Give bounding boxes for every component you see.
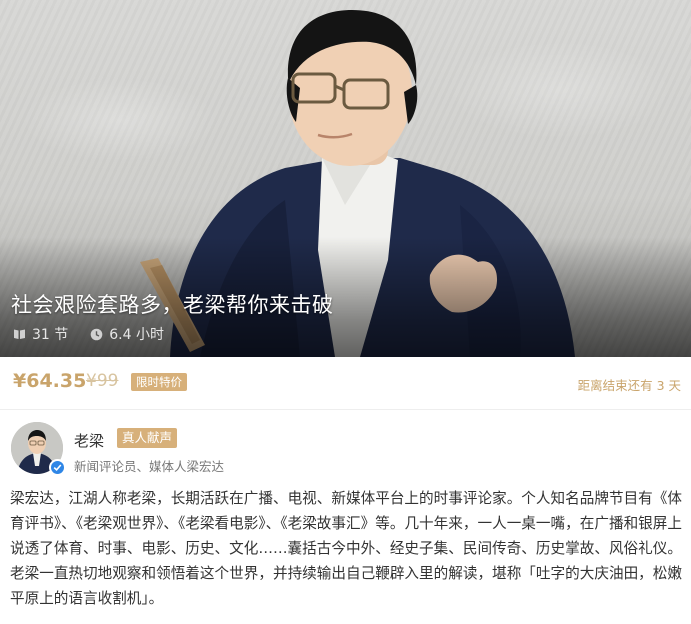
course-description: 梁宏达，江湖人称老梁，长期活跃在广播、电视、新媒体平台上的时事评论家。个人知名品… — [10, 490, 682, 607]
author-card[interactable]: 老梁 真人献声 新闻评论员、媒体人梁宏达 — [0, 410, 691, 480]
book-icon — [14, 329, 25, 339]
clock-icon — [90, 328, 103, 340]
price-bar: ¥64.35 ¥99 限时特价 距离结束还有 3 天 — [0, 357, 691, 409]
lesson-count: 31 节 — [13, 324, 68, 344]
current-price: ¥64.35 — [13, 370, 87, 392]
course-duration: 6.4 小时 — [90, 324, 164, 344]
offer-countdown: 距离结束还有 3 天 — [577, 378, 681, 393]
course-title: 社会艰险套路多，老梁帮你来击破 — [11, 293, 334, 317]
course-meta: 31 节 6.4 小时 — [13, 324, 186, 344]
lesson-count-text: 31 节 — [32, 327, 69, 343]
author-name[interactable]: 老梁 — [74, 430, 104, 451]
original-price: ¥99 — [86, 371, 119, 391]
author-title: 新闻评论员、媒体人梁宏达 — [74, 459, 225, 474]
limited-offer-badge: 限时特价 — [131, 373, 187, 391]
course-duration-text: 6.4 小时 — [109, 327, 164, 343]
verified-check-icon — [49, 459, 66, 476]
real-voice-badge: 真人献声 — [117, 428, 178, 448]
course-cover: 社会艰险套路多，老梁帮你来击破 31 节 6.4 小时 — [0, 0, 691, 357]
